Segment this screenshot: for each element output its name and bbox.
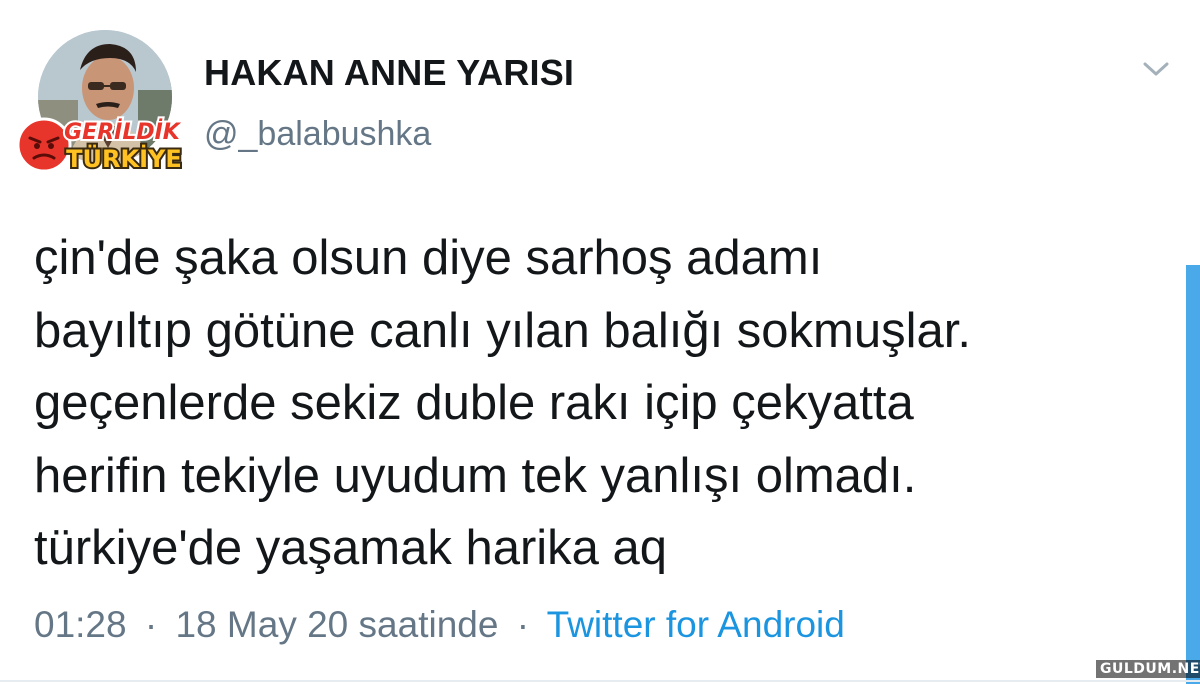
svg-text:TÜRKİYE: TÜRKİYE (66, 143, 182, 173)
scroll-indicator[interactable] (1186, 265, 1200, 684)
gerildik-turkiye-logo: GERİLDİK TÜRKİYE (10, 112, 185, 178)
tweet-source-link[interactable]: Twitter for Android (547, 604, 845, 645)
tweet-text-line: bayıltıp götüne canlı yılan balığı sokmu… (34, 303, 971, 358)
tweet-date[interactable]: 18 May 20 saatinde (175, 604, 498, 645)
author-display-name[interactable]: HAKAN ANNE YARISI (204, 52, 574, 94)
meta-separator: · (144, 604, 158, 645)
tweet-text-line: türkiye'de yaşamak harika aq (34, 521, 668, 575)
site-watermark: GULDUM.NET (1096, 660, 1200, 678)
chevron-down-icon[interactable] (1138, 54, 1174, 84)
tweet-text-line: geçenlerde sekiz duble rakı içip çekyatt… (34, 376, 914, 430)
tweet-text-line: çin'de şaka olsun diye sarhoş adamı (34, 231, 823, 285)
divider (0, 680, 1200, 682)
tweet-text: çin'de şaka olsun diye sarhoş adamı bayı… (34, 222, 1184, 585)
tweet-card: GERİLDİK TÜRKİYE HAKAN ANNE YARISI @_bal… (0, 0, 1200, 684)
svg-text:GERİLDİK: GERİLDİK (64, 119, 182, 145)
tweet-text-line: herifin tekiyle uyudum tek yanlışı olmad… (34, 448, 917, 503)
tweet-meta: 01:28 · 18 May 20 saatinde · Twitter for… (34, 604, 845, 646)
tweet-time[interactable]: 01:28 (34, 604, 127, 645)
meta-separator: · (516, 604, 530, 645)
author-handle[interactable]: @_balabushka (204, 115, 431, 154)
